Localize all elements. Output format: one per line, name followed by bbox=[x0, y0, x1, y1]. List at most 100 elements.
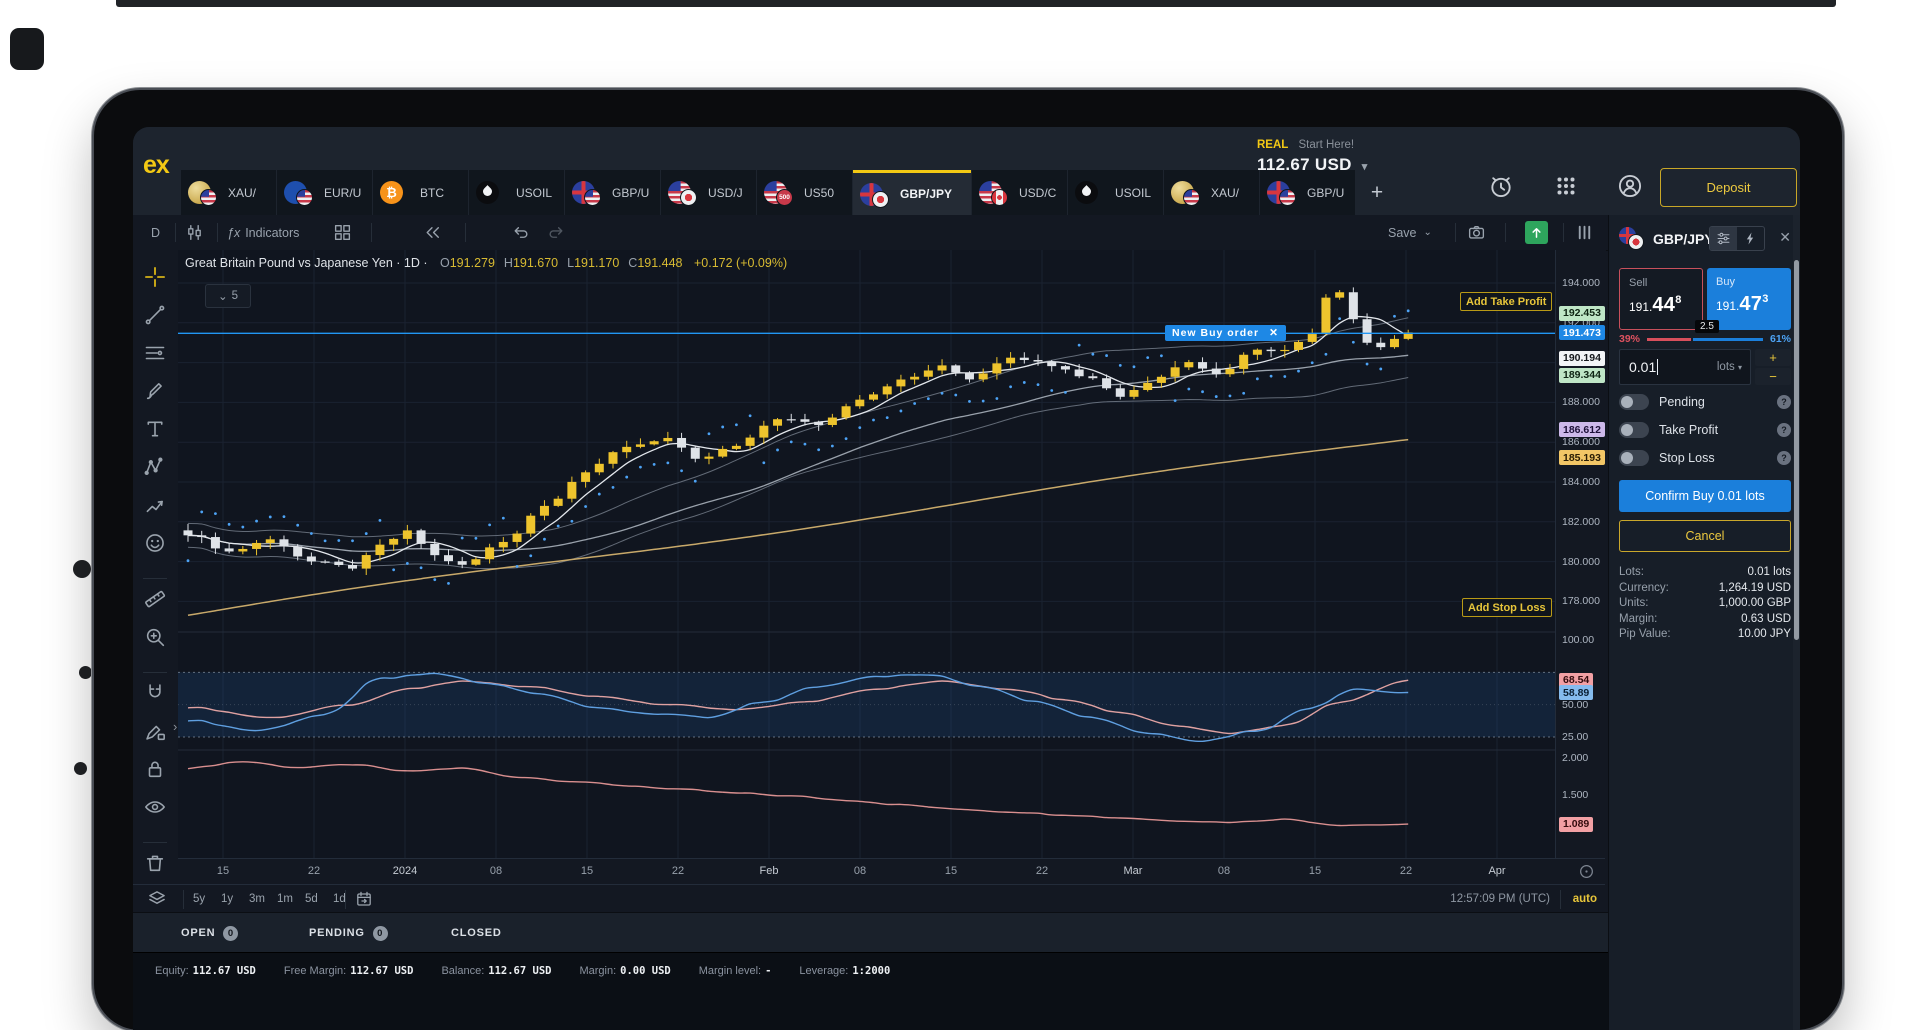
time-axis[interactable]: 15222024081522Feb081522Mar081522Apr bbox=[178, 858, 1605, 885]
range-5d[interactable]: 5d bbox=[305, 885, 318, 913]
tool-crosshair-icon[interactable] bbox=[144, 266, 166, 288]
psar-dots bbox=[187, 309, 1410, 584]
axis-settings-icon[interactable] bbox=[1578, 863, 1595, 880]
tool-stay-in-drawing-mode-icon[interactable] bbox=[144, 720, 166, 742]
tab-xau[interactable]: XAU/ bbox=[181, 170, 276, 215]
tool-zoom-in-icon[interactable] bbox=[144, 626, 166, 648]
one-click-trading-button[interactable] bbox=[1737, 227, 1764, 250]
tab-usdc[interactable]: USD/C bbox=[972, 170, 1067, 215]
tool-remove-all-icon[interactable] bbox=[144, 852, 166, 874]
deposit-button[interactable]: Deposit bbox=[1660, 168, 1797, 207]
rewind-icon[interactable] bbox=[423, 223, 442, 242]
tab-us50[interactable]: 500US50 bbox=[757, 170, 852, 215]
tab-label: GBP/U bbox=[1307, 186, 1344, 200]
positions-tab-closed[interactable]: CLOSED bbox=[451, 913, 502, 953]
range-1y[interactable]: 1y bbox=[221, 885, 233, 913]
redo-button[interactable] bbox=[547, 215, 566, 250]
toggle-pending[interactable]: Pending? bbox=[1619, 392, 1791, 412]
snapshot-button[interactable] bbox=[1467, 215, 1486, 250]
tab-usdj[interactable]: USD/J bbox=[661, 170, 756, 215]
tab-gbpjpy[interactable]: GBP/JPY bbox=[853, 170, 971, 215]
volume-unit-dropdown[interactable]: lots ▾ bbox=[1717, 361, 1742, 373]
detail-label: Pip Value: bbox=[1619, 627, 1671, 643]
layout-grid-button[interactable] bbox=[333, 215, 352, 250]
range-1d[interactable]: 1d bbox=[333, 885, 346, 913]
buy-button[interactable]: Buy 191.473 bbox=[1707, 268, 1791, 330]
tab-xau[interactable]: XAU/ bbox=[1164, 170, 1259, 215]
tool-pattern-icon[interactable] bbox=[144, 456, 166, 478]
tablet-side-button bbox=[73, 560, 91, 578]
toggle-take-profit[interactable]: Take Profit? bbox=[1619, 420, 1791, 440]
interval-button[interactable]: D bbox=[151, 215, 160, 250]
tab-euru[interactable]: EUR/U bbox=[277, 170, 372, 215]
panel-mode-switch bbox=[1709, 226, 1765, 251]
range-1m[interactable]: 1m bbox=[277, 885, 293, 913]
sell-button[interactable]: Sell 191.448 bbox=[1619, 268, 1703, 330]
profile-icon[interactable] bbox=[1617, 173, 1643, 199]
clock[interactable]: 12:57:09 PM (UTC) bbox=[1450, 885, 1550, 913]
close-icon[interactable]: ✕ bbox=[1269, 327, 1279, 339]
cancel-button[interactable]: Cancel bbox=[1619, 520, 1791, 552]
confirm-buy-button[interactable]: Confirm Buy 0.01 lots bbox=[1619, 480, 1791, 512]
sidebar-collapse-handle[interactable]: › bbox=[173, 719, 177, 734]
tool-fib-lines-icon[interactable] bbox=[144, 342, 166, 364]
settings-sliders-button[interactable] bbox=[1710, 227, 1737, 250]
account-summary-bar: Equity:112.67 USDFree Margin:112.67 USDB… bbox=[133, 952, 1800, 1030]
volume-increase-button[interactable]: + bbox=[1755, 349, 1791, 366]
watchlist-toggle-button[interactable] bbox=[1575, 215, 1594, 250]
range-5y[interactable]: 5y bbox=[193, 885, 205, 913]
auto-scale-label[interactable]: auto bbox=[1573, 885, 1597, 913]
save-layout-button[interactable]: Save ⌄ bbox=[1388, 215, 1432, 250]
account-info[interactable]: REAL Start Here! 112.67 USD ▾ bbox=[1257, 139, 1368, 175]
range-3m[interactable]: 3m bbox=[249, 885, 265, 913]
time-tick: 22 bbox=[308, 865, 320, 877]
tool-forecast-icon[interactable] bbox=[144, 494, 166, 516]
help-icon[interactable]: ? bbox=[1777, 451, 1791, 465]
tool-brush-icon[interactable] bbox=[144, 380, 166, 402]
scrollbar-thumb[interactable] bbox=[1794, 260, 1799, 640]
toggle-switch[interactable] bbox=[1619, 422, 1649, 438]
alarm-icon[interactable] bbox=[1488, 173, 1514, 199]
chart-area[interactable]: Great Britain Pound vs Japanese Yen · 1D… bbox=[178, 250, 1555, 858]
new-buy-order-tag[interactable]: New Buy order ✕ bbox=[1165, 325, 1286, 341]
help-icon[interactable]: ? bbox=[1777, 423, 1791, 437]
summary-item: Equity:112.67 USD bbox=[155, 965, 256, 977]
account-dropdown-caret-icon[interactable]: ▾ bbox=[1362, 161, 1368, 173]
panel-close-icon[interactable]: ✕ bbox=[1779, 229, 1791, 246]
positions-tab-open[interactable]: OPEN0 bbox=[181, 913, 238, 953]
help-icon[interactable]: ? bbox=[1777, 395, 1791, 409]
toggle-switch[interactable] bbox=[1619, 394, 1649, 410]
add-take-profit-button[interactable]: Add Take Profit bbox=[1460, 292, 1552, 311]
chart-type-button[interactable] bbox=[185, 215, 204, 250]
object-tree-icon[interactable] bbox=[147, 889, 167, 909]
goto-date-icon[interactable] bbox=[355, 890, 373, 908]
positions-tab-pending[interactable]: PENDING0 bbox=[309, 913, 388, 953]
tab-usoil[interactable]: USOIL bbox=[469, 170, 564, 215]
volume-input[interactable]: 0.01 lots ▾ bbox=[1619, 349, 1751, 385]
indicators-button[interactable]: ƒx Indicators bbox=[227, 215, 299, 250]
tool-magnet-icon[interactable] bbox=[144, 682, 166, 704]
tool-trend-line-icon[interactable] bbox=[144, 304, 166, 326]
tool-ruler-icon[interactable] bbox=[144, 588, 166, 610]
publish-button[interactable] bbox=[1525, 221, 1548, 244]
volume-decrease-button[interactable]: − bbox=[1755, 368, 1791, 385]
undo-button[interactable] bbox=[511, 215, 530, 250]
tool-text-icon[interactable] bbox=[144, 418, 166, 440]
tab-gbpu[interactable]: GBP/U bbox=[565, 170, 660, 215]
scrollbar[interactable] bbox=[1793, 215, 1800, 1030]
tab-btc[interactable]: BTC bbox=[373, 170, 468, 215]
tool-hide-all-icon[interactable] bbox=[144, 796, 166, 818]
price-axis[interactable]: 194.000192.000188.000186.000184.000182.0… bbox=[1555, 250, 1606, 858]
apps-grid-icon[interactable] bbox=[1553, 173, 1579, 199]
toggle-label: Stop Loss bbox=[1659, 451, 1777, 465]
add-stop-loss-button[interactable]: Add Stop Loss bbox=[1462, 598, 1552, 617]
toggle-switch[interactable] bbox=[1619, 450, 1649, 466]
tab-usoil[interactable]: USOIL bbox=[1068, 170, 1163, 215]
tab-gbpu[interactable]: GBP/U bbox=[1260, 170, 1355, 215]
legend-collapse-chip[interactable]: ⌄ 5 bbox=[205, 284, 251, 308]
toggle-stop-loss[interactable]: Stop Loss? bbox=[1619, 448, 1791, 468]
price-tick: 180.000 bbox=[1562, 556, 1600, 568]
tool-emoji-icon[interactable] bbox=[144, 532, 166, 554]
tool-lock-all-icon[interactable] bbox=[144, 758, 166, 780]
add-tab-button[interactable]: + bbox=[1356, 170, 1398, 215]
